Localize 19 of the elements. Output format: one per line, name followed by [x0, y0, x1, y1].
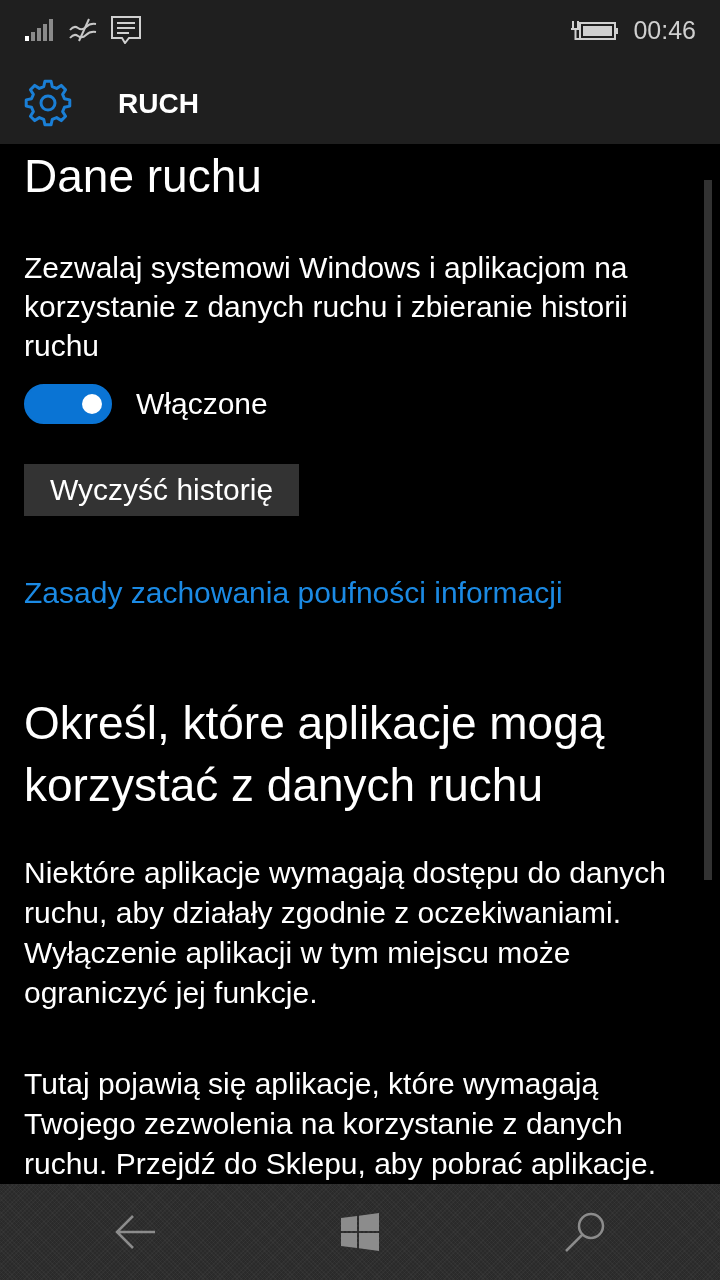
windows-logo-icon[interactable] [341, 1213, 379, 1251]
battery-charging-icon [571, 19, 620, 41]
clear-history-button[interactable]: Wyczyść historię [24, 464, 300, 516]
info-text: Tutaj pojawią się aplikacje, które wymagają Twojego zezwolenia na korzystanie z danych ruchu. Przejdź do Sklepu, aby pobrać aplikacje. [24, 1066, 658, 1182]
wavy-lines-icon [69, 18, 97, 42]
back-arrow-icon[interactable] [114, 1214, 156, 1250]
description-text: Zezwalaj systemowi Windows i aplikacjom na korzystanie z danych ruchu i zbieranie historii ruchu [24, 250, 629, 364]
message-icon [111, 16, 141, 44]
toggle-label: Włączone [136, 387, 268, 421]
search-icon[interactable] [564, 1211, 606, 1253]
info-text: Niektóre aplikacje wymagają dostępu do danych ruchu, aby działały zgodnie z oczekiwaniami. Wyłączenie aplikacji w tym miejscu może ograniczyć jej funkcje. [24, 855, 668, 1011]
signal-icon [25, 19, 55, 41]
page-title: RUCH [118, 88, 199, 120]
settings-icon [23, 78, 73, 128]
section-heading: Dane ruchu [24, 150, 262, 203]
section-heading: Określ, które aplikacje mogą korzystać z danych ruchu [24, 696, 606, 813]
toggle-switch[interactable] [24, 384, 112, 424]
privacy-link[interactable]: Zasady zachowania poufności informacji [24, 573, 563, 612]
clock-time: 00:46 [633, 15, 696, 45]
